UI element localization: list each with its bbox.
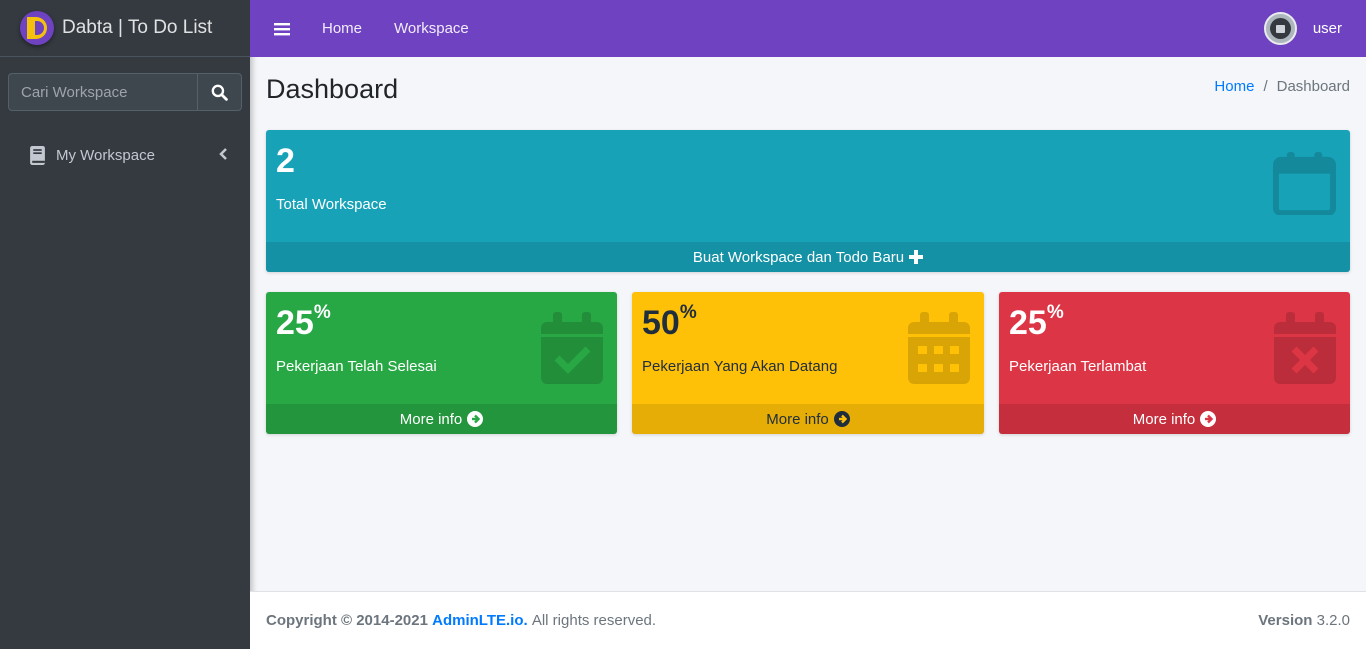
plus-icon	[909, 250, 924, 264]
late-tasks-card: 25% Pekerjaan Terlambat More info	[999, 292, 1350, 434]
done-tasks-card: 25% Pekerjaan Telah Selesai More info	[266, 292, 617, 434]
rights-text: All rights reserved.	[531, 612, 657, 629]
version-info: Version 3.2.0	[1258, 612, 1350, 629]
breadcrumb-separator: /	[1263, 78, 1268, 95]
page-footer: Copyright © 2014-2021 AdminLTE.io. All r…	[250, 591, 1366, 649]
sidebar-item-my-workspace[interactable]: My Workspace	[8, 135, 242, 175]
book-icon	[30, 145, 45, 165]
calendar-times-icon	[1274, 312, 1336, 384]
breadcrumb: Home / Dashboard	[1214, 78, 1350, 95]
arrow-circle-right-icon	[467, 411, 484, 427]
arrow-circle-right-icon	[833, 411, 850, 427]
breadcrumb-current: Dashboard	[1276, 78, 1350, 95]
top-navbar: Home Workspace user	[250, 0, 1366, 57]
chevron-left-icon[interactable]	[219, 147, 228, 161]
nav-link-home[interactable]: Home	[322, 20, 362, 37]
late-more-info-link[interactable]: More info	[999, 404, 1350, 434]
total-workspace-value: 2	[276, 142, 295, 180]
search-icon	[211, 84, 228, 101]
create-workspace-button[interactable]: Buat Workspace dan Todo Baru	[266, 242, 1350, 272]
calendar-icon	[1273, 152, 1336, 215]
copyright-text: Copyright © 2014-2021	[266, 612, 428, 629]
brand-logo	[20, 11, 54, 45]
page-title: Dashboard	[266, 74, 399, 104]
search-input[interactable]	[8, 73, 197, 111]
total-workspace-card: 2 Total Workspace Buat Workspace dan Tod…	[266, 130, 1350, 272]
nav-link-workspace[interactable]: Workspace	[394, 20, 469, 37]
arrow-circle-right-icon	[1200, 411, 1217, 427]
upcoming-label: Pekerjaan Yang Akan Datang	[642, 358, 838, 375]
menu-toggle-icon[interactable]	[274, 22, 290, 36]
late-percentage: 25%	[1009, 301, 1064, 342]
create-workspace-label: Buat Workspace dan Todo Baru	[692, 248, 905, 266]
done-label: Pekerjaan Telah Selesai	[276, 358, 437, 375]
total-workspace-label: Total Workspace	[276, 196, 387, 213]
late-label: Pekerjaan Terlambat	[1009, 358, 1147, 375]
adminlte-link[interactable]: AdminLTE.io.	[432, 612, 528, 629]
sidebar-search	[8, 73, 242, 111]
sidebar: Dabta | To Do List My Workspace	[0, 0, 250, 649]
upcoming-percentage: 50%	[642, 301, 697, 342]
done-more-info-link[interactable]: More info	[266, 404, 617, 434]
upcoming-tasks-card: 50% Pekerjaan Yang Akan Datang More info	[632, 292, 984, 434]
upcoming-more-info-link[interactable]: More info	[632, 404, 984, 434]
calendar-grid-icon	[908, 312, 970, 384]
brand-title: Dabta | To Do List	[62, 17, 213, 38]
done-percentage: 25%	[276, 301, 331, 342]
breadcrumb-home[interactable]: Home	[1214, 78, 1254, 95]
calendar-check-icon	[541, 312, 603, 384]
user-name: user	[1312, 20, 1342, 37]
avatar	[1263, 12, 1297, 45]
sidebar-item-label: My Workspace	[56, 146, 155, 164]
search-button[interactable]	[197, 73, 242, 111]
brand-link[interactable]: Dabta | To Do List	[0, 0, 250, 57]
user-menu[interactable]: user	[1263, 12, 1342, 45]
